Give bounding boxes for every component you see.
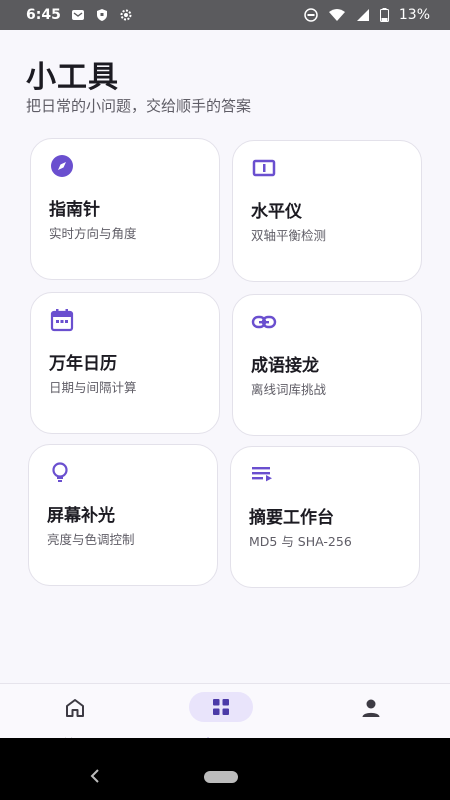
- tools-screen: 小工具 把日常的小问题，交给顺手的答案 指南针 实时方向与角度 水平仪 双轴平衡…: [0, 30, 450, 738]
- tool-card-calendar[interactable]: 万年日历 日期与间隔计算: [30, 292, 220, 434]
- status-bar: 6:45 13%: [0, 0, 450, 30]
- tool-card-desc: 离线词库挑战: [251, 382, 327, 397]
- bulb-icon: [52, 462, 68, 482]
- tool-card-desc: 双轴平衡检测: [251, 228, 327, 243]
- level-icon: [252, 159, 276, 177]
- tool-card-title: 屏幕补光: [47, 506, 115, 526]
- tool-card-title: 指南针: [49, 200, 100, 220]
- wifi-icon: [328, 9, 345, 21]
- tool-card-level[interactable]: 水平仪 双轴平衡检测: [232, 140, 422, 282]
- battery-percent: 13%: [398, 7, 430, 23]
- tool-card-desc: 实时方向与角度: [49, 226, 137, 241]
- tool-card-title: 成语接龙: [251, 356, 319, 376]
- battery-icon: [379, 8, 389, 22]
- signal-icon: [356, 9, 369, 21]
- compass-icon: [51, 155, 73, 177]
- shield-icon: [96, 9, 107, 21]
- home-icon: [66, 699, 84, 717]
- grid-icon: [213, 699, 229, 715]
- tool-card-digest[interactable]: 摘要工作台 MD5 与 SHA-256: [230, 446, 420, 588]
- tool-card-compass[interactable]: 指南针 实时方向与角度: [30, 138, 220, 280]
- calendar-icon: [50, 309, 74, 332]
- tool-card-fill-light[interactable]: 屏幕补光 亮度与色调控制: [28, 444, 218, 586]
- back-icon[interactable]: [88, 768, 102, 784]
- tool-card-desc: MD5 与 SHA-256: [249, 534, 352, 549]
- tool-card-title: 水平仪: [251, 202, 302, 222]
- tool-grid: 指南针 实时方向与角度 水平仪 双轴平衡检测 万年日历 日期与间隔计算 成语接龙…: [0, 30, 450, 650]
- person-icon: [362, 699, 380, 717]
- system-nav-bar: [0, 738, 450, 800]
- tool-card-title: 万年日历: [49, 354, 117, 374]
- tool-card-desc: 亮度与色调控制: [47, 532, 135, 547]
- sort-icon: [252, 467, 272, 482]
- tool-card-idiom[interactable]: 成语接龙 离线词库挑战: [232, 294, 422, 436]
- tool-card-desc: 日期与间隔计算: [49, 380, 137, 395]
- gear-icon: [120, 9, 132, 21]
- link-icon: [251, 315, 277, 329]
- status-time: 6:45: [26, 7, 61, 23]
- mail-icon: [71, 10, 84, 20]
- dnd-icon: [304, 8, 318, 22]
- home-gesture-pill[interactable]: [204, 771, 238, 783]
- tool-card-title: 摘要工作台: [249, 508, 334, 528]
